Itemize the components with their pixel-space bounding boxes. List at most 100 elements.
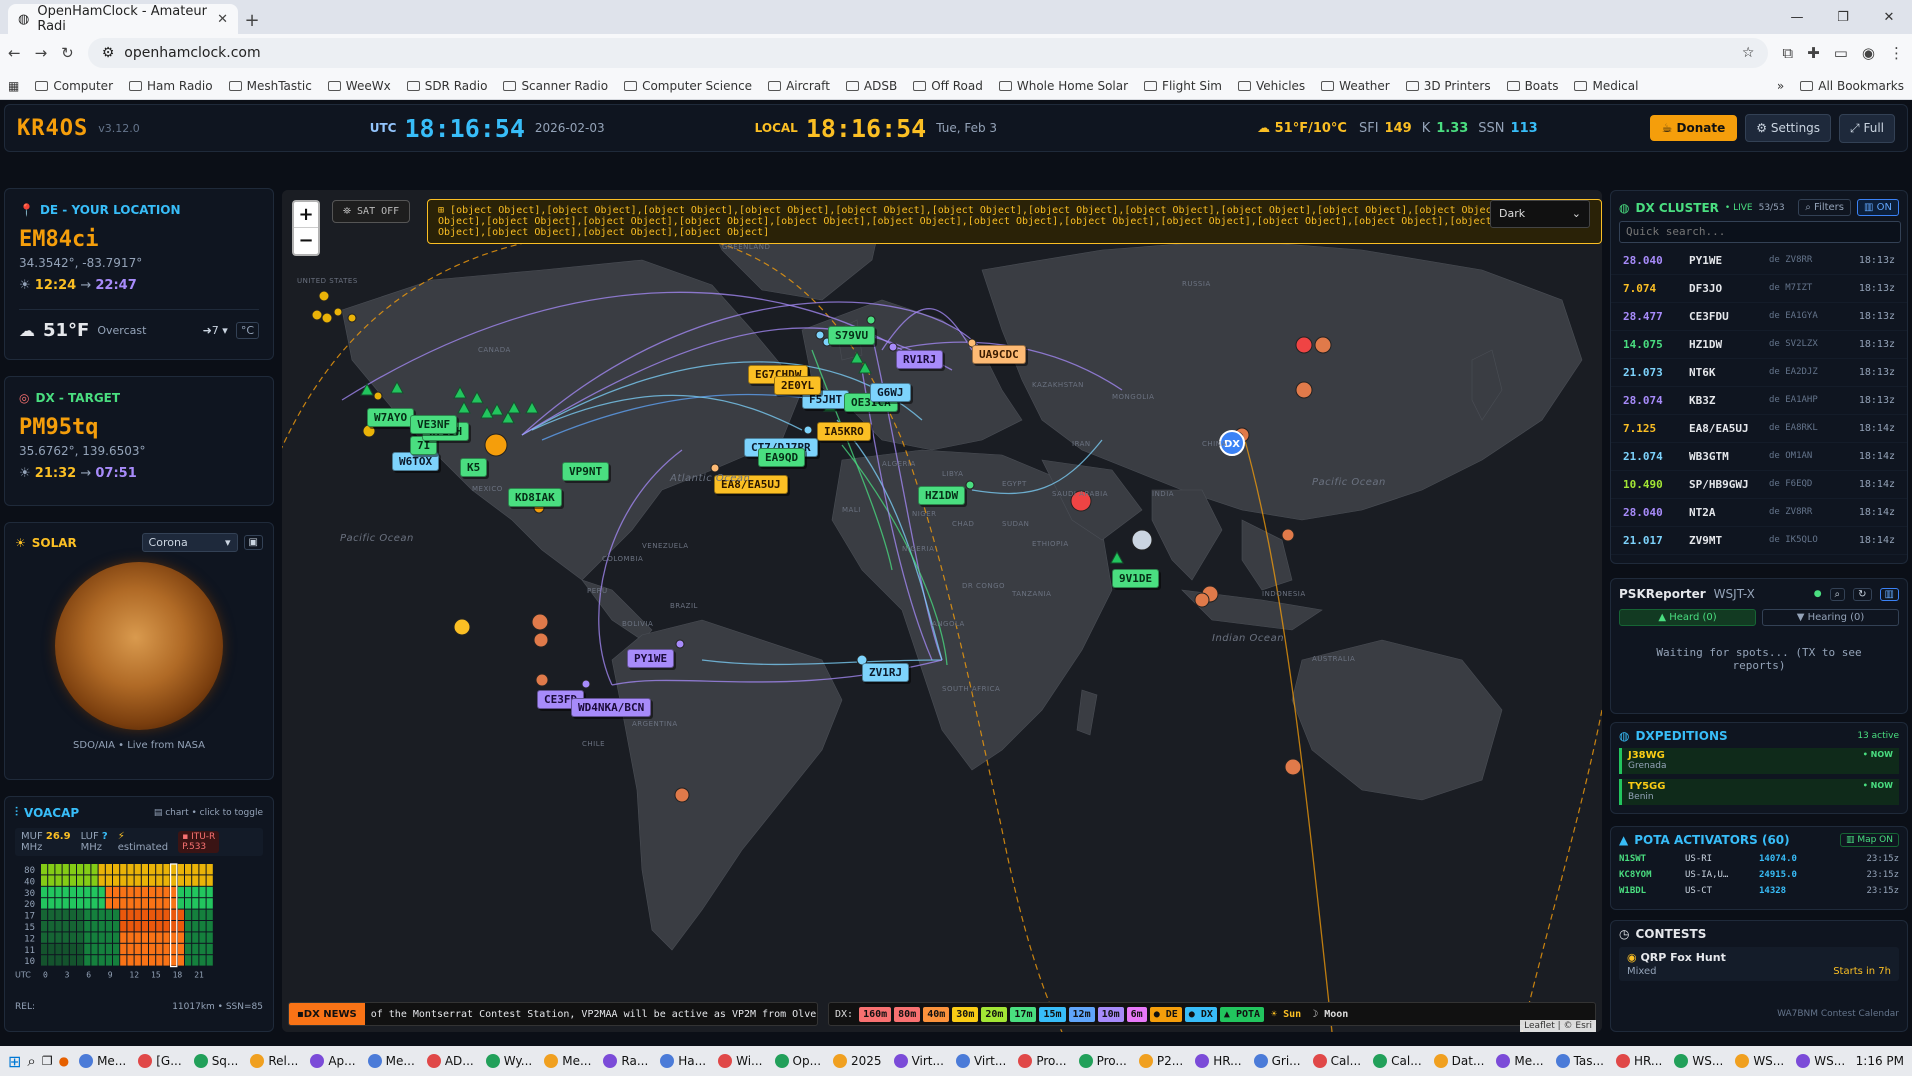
bookmark-folder[interactable]: Whole Home Solar xyxy=(998,79,1128,93)
callsign-label[interactable]: KD8IAK xyxy=(508,488,562,507)
band-chip[interactable]: 160m xyxy=(859,1006,892,1022)
bookmark-folder[interactable]: Computer Science xyxy=(624,79,752,93)
close-tab-icon[interactable]: ✕ xyxy=(217,12,228,27)
close-window-icon[interactable]: ✕ xyxy=(1866,0,1912,34)
table-row[interactable]: 28.074 KB3Z de EA1AHP 18:13z xyxy=(1611,387,1907,415)
map-theme-select[interactable]: Dark ⌄ xyxy=(1490,200,1590,228)
station-marker[interactable] xyxy=(347,313,357,323)
callsign-label[interactable]: EA9QD xyxy=(758,448,806,467)
station-marker[interactable] xyxy=(1194,592,1210,608)
browser-tab[interactable]: ◍ OpenHamClock - Amateur Radi ✕ xyxy=(8,4,238,34)
station-marker[interactable] xyxy=(321,312,333,324)
station-marker[interactable] xyxy=(674,787,690,803)
station-marker[interactable] xyxy=(318,290,330,302)
windows-start-icon[interactable]: ⊞ xyxy=(8,1052,21,1071)
chart-toggle[interactable]: ▤ chart • click to toggle xyxy=(154,808,263,818)
taskbar-app[interactable]: Ha... xyxy=(656,1054,710,1068)
refresh-icon[interactable]: ↻ xyxy=(1853,587,1872,601)
taskbar-app[interactable]: WS... xyxy=(1792,1054,1849,1068)
cluster-map-toggle[interactable]: ▥ ON xyxy=(1857,199,1899,216)
taskbar-app[interactable]: AD... xyxy=(423,1054,478,1068)
apps-icon[interactable]: ▦ xyxy=(8,79,19,93)
more-bookmarks-icon[interactable]: » xyxy=(1777,79,1784,93)
band-chip[interactable]: 30m xyxy=(952,1006,979,1022)
taskbar-app[interactable]: Sq... xyxy=(190,1054,243,1068)
table-row[interactable]: 28.040 NT2A de ZV8RR 18:14z xyxy=(1611,499,1907,527)
station-marker[interactable] xyxy=(1281,528,1295,542)
taskbar-app[interactable]: Me... xyxy=(364,1054,419,1068)
legend-de[interactable]: ● DE xyxy=(1149,1006,1182,1022)
callsign-label[interactable]: IA5KRO xyxy=(817,422,871,441)
solar-image-select[interactable]: Corona ▾ xyxy=(141,533,238,552)
extension-icon[interactable]: ⧉ xyxy=(1782,44,1793,62)
callsign-label[interactable]: K5 xyxy=(460,458,488,477)
bookmark-folder[interactable]: MeshTastic xyxy=(228,79,312,93)
callsign-label[interactable]: S79VU xyxy=(828,326,876,345)
taskbar-app[interactable]: P2... xyxy=(1135,1054,1187,1068)
table-row[interactable]: 21.017 ZV9MT de IK5QLO 18:14z xyxy=(1611,527,1907,555)
calls-toggle-button[interactable]: ⊞ [object Object],[object Object],[objec… xyxy=(427,199,1602,244)
callsign-label[interactable]: 9V1DE xyxy=(1112,569,1160,588)
callsign-label[interactable]: RV1RJ xyxy=(896,350,944,369)
firefox-icon[interactable]: ● xyxy=(59,1054,69,1068)
bookmark-folder[interactable]: 3D Printers xyxy=(1405,79,1491,93)
heard-tab[interactable]: ▲ Heard (0) xyxy=(1619,609,1756,626)
taskbar-app[interactable]: Wy... xyxy=(482,1054,537,1068)
address-bar[interactable]: ⚙ openhamclock.com ☆ xyxy=(87,38,1769,68)
fullscreen-button[interactable]: ⤢ Full xyxy=(1839,113,1895,143)
station-marker[interactable] xyxy=(1131,529,1153,551)
band-chip[interactable]: 20m xyxy=(981,1006,1008,1022)
taskbar-app[interactable]: Op... xyxy=(771,1054,826,1068)
station-marker[interactable] xyxy=(484,433,508,457)
taskbar-app[interactable]: Virt... xyxy=(890,1054,948,1068)
callsign-label[interactable]: ZV1RJ xyxy=(862,663,910,682)
callsign-label[interactable]: W7AYO xyxy=(367,408,415,427)
callsign-label[interactable]: UA9CDC xyxy=(972,345,1026,364)
taskbar-app[interactable]: Cal... xyxy=(1309,1054,1366,1068)
taskbar-app[interactable]: Ra... xyxy=(599,1054,652,1068)
forward-icon[interactable]: → xyxy=(35,44,48,62)
table-row[interactable]: 21.073 NT6K de EA2DJZ 18:13z xyxy=(1611,359,1907,387)
taskbar-app[interactable]: Cal... xyxy=(1369,1054,1426,1068)
station-marker[interactable] xyxy=(866,315,876,325)
minimize-icon[interactable]: — xyxy=(1774,0,1820,34)
table-row[interactable]: W1BDL US-CT 14328 23:15z xyxy=(1619,883,1899,899)
table-row[interactable]: KC8YOM US-IA,U… 24915.0 23:15z xyxy=(1619,867,1899,883)
station-marker[interactable] xyxy=(533,632,549,648)
callsign-label[interactable]: HZ1DW xyxy=(918,486,966,505)
table-row[interactable]: N1SWT US-RI 14074.0 23:15z xyxy=(1619,851,1899,867)
taskbar-app[interactable]: Me... xyxy=(1492,1054,1547,1068)
callsign-label[interactable]: 2E0YL xyxy=(774,376,822,395)
list-item[interactable]: TY5GG • NOW Benin xyxy=(1619,779,1899,805)
taskbar-app[interactable]: Rel... xyxy=(246,1054,302,1068)
reload-icon[interactable]: ↻ xyxy=(61,44,74,62)
taskbar-app[interactable]: Pro... xyxy=(1075,1054,1131,1068)
band-chip[interactable]: 17m xyxy=(1010,1006,1037,1022)
station-marker[interactable] xyxy=(803,425,813,435)
callsign-label[interactable]: VE3NF xyxy=(410,415,458,434)
bookmark-folder[interactable]: Flight Sim xyxy=(1144,79,1222,93)
table-row[interactable]: 14.075 HZ1DW de SV2LZX 18:13z xyxy=(1611,331,1907,359)
bookmark-folder[interactable]: Aircraft xyxy=(768,79,830,93)
station-marker[interactable] xyxy=(535,673,549,687)
station-marker[interactable] xyxy=(581,679,591,689)
restore-icon[interactable]: ❐ xyxy=(1820,0,1866,34)
taskbar-app[interactable]: [G... xyxy=(134,1054,185,1068)
station-marker[interactable] xyxy=(373,391,383,401)
chevron-down-icon[interactable]: ▾ xyxy=(222,324,228,337)
world-map[interactable]: DX S79VU RV1RJ UA9CDC W7AYO W6TOX VP9NT KD8IAK… xyxy=(282,190,1602,1032)
bookmark-folder[interactable]: Off Road xyxy=(913,79,983,93)
band-chip[interactable]: 6m xyxy=(1126,1006,1147,1022)
station-marker[interactable] xyxy=(1314,336,1332,354)
taskbar-app[interactable]: Ap... xyxy=(306,1054,359,1068)
voacap-chart[interactable]: 8040302017151211100 3 6 9 12 15 18 21UTC xyxy=(15,860,265,1000)
table-row[interactable]: 21.074 WB3GTM de OM1AN 18:14z xyxy=(1611,443,1907,471)
taskbar-app[interactable]: Me... xyxy=(540,1054,595,1068)
callsign-label[interactable]: PY1WE xyxy=(627,649,675,668)
band-chip[interactable]: 40m xyxy=(923,1006,950,1022)
bookmark-folder[interactable]: Boats xyxy=(1506,79,1558,93)
psk-mode-tab[interactable]: WSJT-X xyxy=(1714,587,1755,601)
station-marker[interactable] xyxy=(675,639,685,649)
table-row[interactable]: 28.477 CE3FDU de EA1GYA 18:13z xyxy=(1611,303,1907,331)
bookmark-folder[interactable]: Computer xyxy=(35,79,113,93)
